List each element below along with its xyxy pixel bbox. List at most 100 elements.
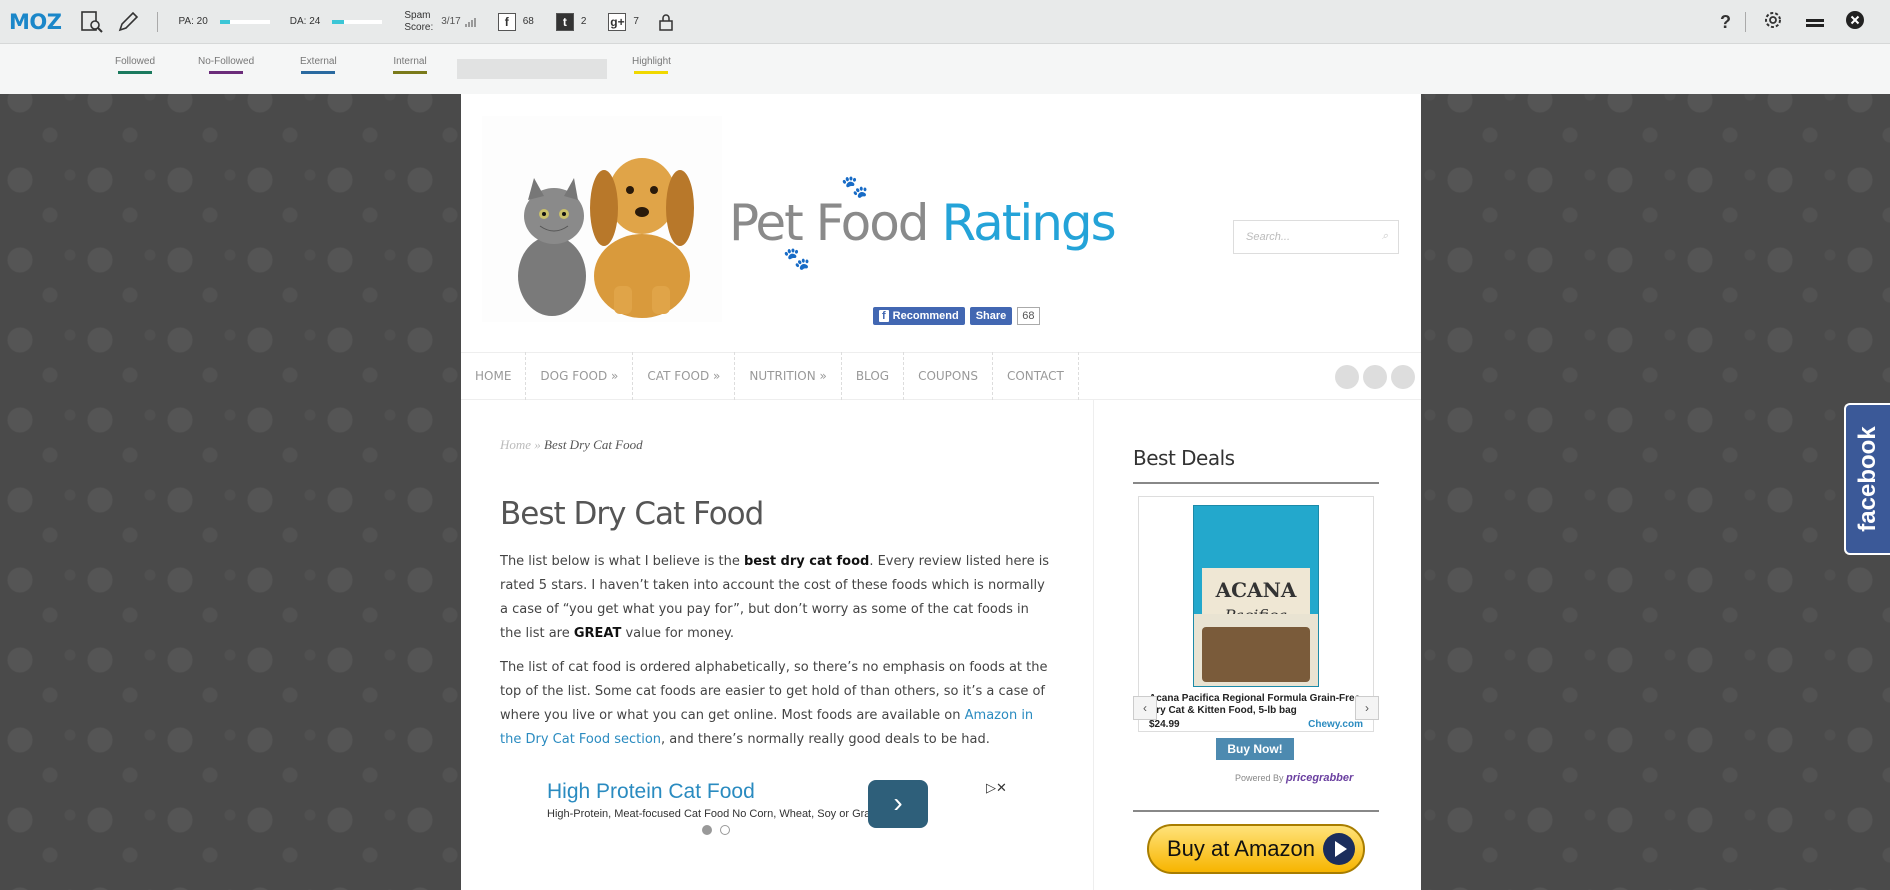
pricegrabber-logo[interactable]: pricegrabber: [1286, 772, 1353, 784]
spam-score-value: 3/17: [441, 16, 461, 27]
page-authority: PA: 20: [178, 16, 270, 27]
page-title: Best Dry Cat Food: [500, 496, 764, 532]
nav-dog-food[interactable]: DOG FOOD »: [526, 352, 634, 400]
twitter-count: 2: [580, 16, 587, 27]
p1-text: The list below is what I believe is the: [500, 554, 744, 569]
facebook-icon: f: [497, 12, 516, 31]
product-brand: ACANA: [1215, 578, 1297, 602]
fb-share-count: 68: [1017, 307, 1040, 325]
pa-label: PA: 20: [178, 16, 208, 27]
column-divider: [1093, 400, 1094, 890]
link-highlight-legend: Followed No-Followed External Internal H…: [0, 44, 1890, 94]
nav-cat-food[interactable]: CAT FOOD »: [633, 352, 736, 400]
pa-bar-fill: [219, 19, 230, 24]
moz-logo[interactable]: MOZ: [9, 10, 62, 34]
fb-recommend-button[interactable]: f Recommend: [873, 307, 965, 325]
spam-label-line1: Spam: [404, 9, 431, 21]
legend-highlight[interactable]: Highlight: [632, 56, 671, 74]
main-navigation: HOME DOG FOOD » CAT FOOD » NUTRITION » B…: [461, 352, 1421, 400]
rss-icon[interactable]: [1363, 365, 1387, 389]
site-search-input[interactable]: Search... ⌕: [1233, 220, 1399, 254]
brand-part1: Pet Food: [729, 194, 930, 252]
ad-dot-active[interactable]: [702, 825, 712, 835]
da-label: DA: 24: [289, 16, 321, 27]
gear-icon[interactable]: [1762, 9, 1784, 36]
site-brand-logo[interactable]: Pet Food Ratings: [729, 194, 1117, 252]
ad-dot[interactable]: [720, 825, 730, 835]
highlight-pen-icon[interactable]: [115, 9, 141, 35]
help-icon[interactable]: ?: [1720, 12, 1731, 33]
toolbar-divider: [1745, 12, 1746, 32]
facebook-side-tab[interactable]: facebook: [1844, 403, 1890, 555]
nav-coupons[interactable]: COUPONS: [904, 352, 993, 400]
product-name[interactable]: Acana Pacifica Regional Formula Grain-Fr…: [1149, 693, 1369, 717]
sidebar-title: Best Deals: [1133, 446, 1235, 470]
p1-bold: best dry cat food: [743, 554, 870, 569]
product-food-photo: [1202, 627, 1310, 682]
product-store[interactable]: Chewy.com: [1308, 719, 1363, 730]
legend-nofollowed[interactable]: No-Followed: [198, 56, 254, 74]
analyze-page-icon[interactable]: [79, 9, 105, 35]
google-plus-icon: g+: [608, 12, 627, 31]
product-image[interactable]: ACANA Pacifica: [1193, 505, 1319, 687]
facebook-like-widget: f Recommend Share 68: [873, 307, 1040, 325]
spam-score-label: Spam Score:: [404, 10, 433, 34]
nav-social-links: [1335, 365, 1415, 389]
pa-bar: [219, 19, 270, 24]
legend-internal-swatch: [393, 71, 427, 74]
legend-followed[interactable]: Followed: [115, 56, 155, 74]
p2-text: , and there’s normally really good deals…: [661, 732, 990, 747]
ad-subtitle: High-Protein, Meat-focused Cat Food No C…: [547, 808, 888, 820]
lock-icon[interactable]: [653, 9, 679, 35]
text-ad[interactable]: High Protein Cat Food High-Protein, Meat…: [500, 780, 1020, 878]
close-icon[interactable]: [1846, 10, 1864, 34]
nav-contact[interactable]: CONTACT: [993, 352, 1079, 400]
search-icon[interactable]: ⌕: [1382, 230, 1388, 243]
nav-home[interactable]: HOME: [461, 352, 527, 400]
fb-share-button[interactable]: Share: [969, 307, 1013, 325]
legend-highlight-label: Highlight: [632, 56, 671, 67]
toolbar-divider: [157, 11, 159, 32]
carousel-prev-icon[interactable]: ‹: [1133, 696, 1157, 720]
nav-nutrition[interactable]: NUTRITION »: [735, 352, 842, 400]
domain-authority: DA: 24: [290, 16, 383, 27]
highlight-text-input[interactable]: [457, 59, 607, 79]
legend-external[interactable]: External: [300, 56, 337, 74]
product-price: $24.99: [1149, 719, 1180, 730]
facebook-f-icon: f: [879, 310, 889, 322]
ad-close-icon[interactable]: ▷✕: [986, 780, 1007, 796]
twitter-icon[interactable]: [1335, 365, 1359, 389]
buy-at-amazon-button[interactable]: Buy at Amazon: [1147, 824, 1365, 874]
p1-bold: GREAT: [573, 626, 622, 641]
legend-highlight-swatch: [634, 71, 669, 74]
breadcrumb: Home » Best Dry Cat Food: [500, 437, 643, 453]
spam-score-bars-icon: [464, 17, 476, 27]
kitten-puppy-logo-image[interactable]: [482, 116, 722, 322]
legend-nofollowed-label: No-Followed: [198, 56, 255, 67]
sidebar-divider: [1133, 810, 1379, 812]
twitter-metric: t 2: [555, 12, 587, 31]
search-placeholder: Search...: [1246, 231, 1291, 243]
moz-toolbar: MOZ PA: 20 DA: 24 Spam Score: 3/17 f 68 …: [0, 0, 1890, 44]
minimize-icon[interactable]: [1806, 12, 1824, 33]
legend-followed-label: Followed: [115, 56, 156, 67]
carousel-next-icon[interactable]: ›: [1355, 696, 1379, 720]
deal-widget[interactable]: ACANA Pacifica Acana Pacifica Regional F…: [1138, 496, 1374, 732]
gplus-count: 7: [633, 16, 639, 27]
spam-label-line2: Score:: [404, 21, 434, 33]
buy-now-button[interactable]: Buy Now!: [1216, 738, 1294, 760]
amazon-button-label: Buy at Amazon: [1167, 836, 1315, 861]
breadcrumb-current: Best Dry Cat Food: [544, 437, 643, 452]
facebook-count: 68: [522, 16, 534, 27]
da-bar-fill: [332, 19, 345, 24]
ad-title[interactable]: High Protein Cat Food: [547, 780, 755, 804]
legend-internal[interactable]: Internal: [393, 56, 427, 74]
nav-blog[interactable]: BLOG: [842, 352, 905, 400]
facebook-icon[interactable]: [1391, 365, 1415, 389]
p1-text: value for money.: [621, 626, 734, 641]
legend-nofollowed-swatch: [209, 71, 244, 74]
intro-paragraph: The list below is what I believe is the …: [500, 550, 1050, 646]
da-bar: [332, 19, 383, 24]
breadcrumb-home[interactable]: Home: [500, 437, 531, 452]
ad-next-arrow-icon[interactable]: ›: [868, 780, 928, 828]
